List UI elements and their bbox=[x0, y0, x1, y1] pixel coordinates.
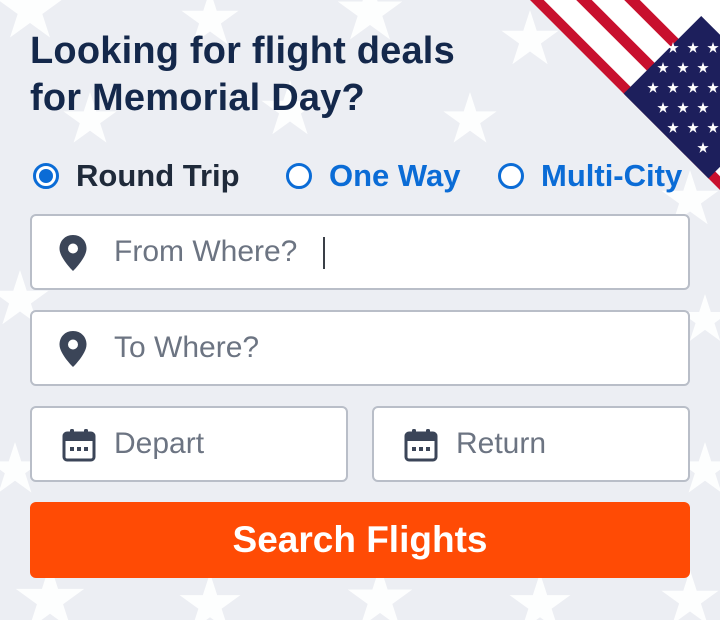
trip-option-round-trip[interactable]: Round Trip bbox=[33, 156, 240, 196]
trip-option-one-way[interactable]: One Way bbox=[286, 156, 461, 196]
radio-selected-icon[interactable] bbox=[33, 163, 59, 189]
radio-unselected-icon[interactable] bbox=[498, 163, 524, 189]
depart-date-field[interactable] bbox=[30, 406, 348, 482]
to-where-field[interactable] bbox=[30, 310, 690, 386]
trip-option-label: Round Trip bbox=[76, 158, 240, 193]
from-where-field[interactable] bbox=[30, 214, 690, 290]
return-date-field[interactable] bbox=[372, 406, 690, 482]
return-date-input[interactable] bbox=[456, 408, 674, 480]
location-pin-icon bbox=[58, 330, 88, 368]
trip-option-label: One Way bbox=[329, 158, 461, 193]
flight-search-widget: Looking for flight deals for Memorial Da… bbox=[0, 0, 720, 620]
radio-unselected-icon[interactable] bbox=[286, 163, 312, 189]
to-where-input[interactable] bbox=[114, 312, 674, 384]
headline-line-2: for Memorial Day? bbox=[30, 77, 365, 119]
headline: Looking for flight deals for Memorial Da… bbox=[30, 28, 630, 122]
calendar-icon bbox=[62, 428, 96, 462]
headline-line-1: Looking for flight deals bbox=[30, 30, 455, 72]
depart-date-input[interactable] bbox=[114, 408, 332, 480]
calendar-icon bbox=[404, 428, 438, 462]
text-cursor bbox=[323, 237, 325, 269]
from-where-input[interactable] bbox=[114, 216, 674, 288]
trip-option-multi-city[interactable]: Multi-City bbox=[498, 156, 682, 196]
trip-option-label: Multi-City bbox=[541, 158, 683, 193]
location-pin-icon bbox=[58, 234, 88, 272]
search-flights-button[interactable]: Search Flights bbox=[30, 502, 690, 578]
trip-type-radio-group: Round Trip One Way Multi-City bbox=[30, 156, 700, 196]
